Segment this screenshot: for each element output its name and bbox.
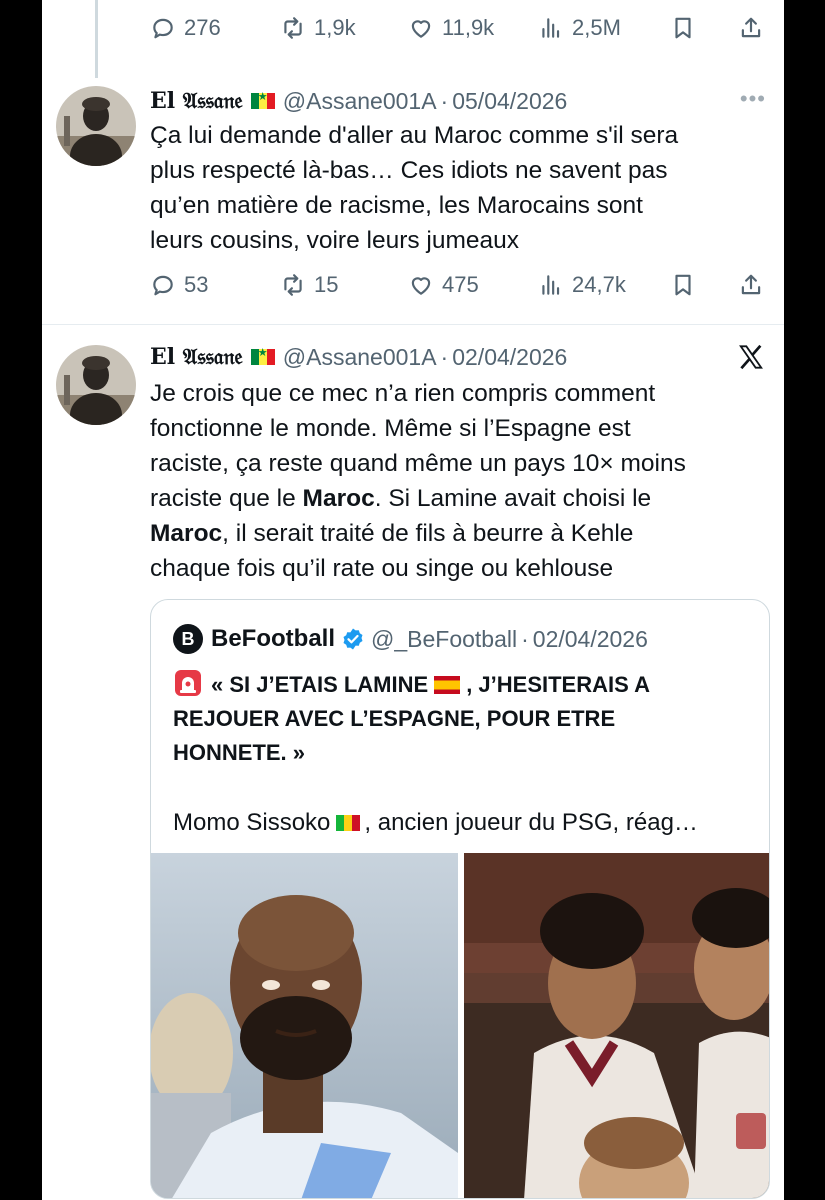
repost-count: 1,9k bbox=[314, 15, 356, 40]
action-bar: 53 15 475 24,7k bbox=[42, 265, 784, 305]
reply-count: 276 bbox=[184, 15, 221, 40]
bookmark-icon bbox=[675, 17, 691, 39]
display-name[interactable]: El 𝔄𝔰𝔰𝔞𝔫𝔢 bbox=[150, 344, 243, 370]
user-handle[interactable]: @Assane001A bbox=[283, 88, 437, 115]
quoted-body-text: Momo Sissoko , ancien joueur du PSG, réag… bbox=[173, 806, 763, 840]
bold-text: Maroc bbox=[150, 520, 223, 547]
tweet-header: El 𝔄𝔰𝔰𝔞𝔫𝔢 @Assane001A · 05/04/2026 bbox=[150, 84, 567, 118]
headline-line: « SI J’ETAIS LAMINE , J’HESITERAIS A bbox=[173, 668, 763, 702]
befootball-logo: B bbox=[173, 624, 203, 654]
tweet-text-line: fonctionne le monde. Même si l’Espagne e… bbox=[150, 415, 631, 442]
more-options-icon[interactable]: ••• bbox=[740, 86, 766, 112]
separator-dot: · bbox=[440, 87, 449, 114]
like-button[interactable]: 475 bbox=[408, 265, 479, 305]
screen: 276 1,9k 11,9k 2,5M El 𝔄𝔰𝔰𝔞𝔫𝔢 ★ @Assane0… bbox=[0, 0, 825, 1200]
tweet-text-line: raciste, ça reste quand même un pays 10×… bbox=[150, 450, 686, 477]
tweet-thread: 276 1,9k 11,9k 2,5M El 𝔄𝔰𝔰𝔞𝔫𝔢 ★ @Assane0… bbox=[42, 0, 784, 1200]
quoted-display-name[interactable]: BeFootball bbox=[211, 625, 335, 653]
like-icon bbox=[411, 277, 431, 295]
verified-icon bbox=[343, 628, 363, 650]
reply-button[interactable]: 276 bbox=[150, 8, 221, 48]
quoted-tweet-card[interactable]: B BeFootball @_BeFootball · 02/04/2026 «… bbox=[150, 599, 770, 1199]
quoted-user-handle[interactable]: @_BeFootball bbox=[371, 626, 517, 653]
tweet-text: Je crois que ce mec n’a rien compris com… bbox=[150, 376, 750, 586]
like-button[interactable]: 11,9k bbox=[408, 8, 494, 48]
reply-count: 53 bbox=[184, 272, 209, 297]
headline-line: HONNETE. » bbox=[173, 740, 306, 765]
headline-text: « SI J’ETAIS LAMINE bbox=[211, 672, 429, 697]
headline-text: , J’HESITERAIS A bbox=[466, 672, 650, 697]
views-count: 24,7k bbox=[572, 272, 626, 297]
headline-line: REJOUER AVEC L’ESPAGNE, POUR ETRE bbox=[173, 706, 616, 731]
bold-text: Maroc bbox=[302, 485, 375, 512]
views-icon bbox=[542, 275, 560, 295]
like-count: 11,9k bbox=[442, 15, 495, 40]
reply-icon bbox=[153, 275, 173, 296]
repost-button[interactable]: 15 bbox=[280, 265, 338, 305]
media-photo-spain-team[interactable] bbox=[464, 853, 769, 1198]
tweet-text-line: raciste que le Maroc. Si Lamine avait ch… bbox=[150, 481, 750, 516]
tweet-text-line: leurs cousins, voire leurs jumeaux bbox=[150, 227, 520, 254]
tweet-text-line: qu’en matière de racisme, les Marocains … bbox=[150, 192, 643, 219]
photo-graphic bbox=[464, 853, 769, 1198]
views-icon bbox=[542, 18, 560, 38]
repost-icon bbox=[284, 274, 302, 296]
media-photo-sissoko[interactable] bbox=[151, 853, 458, 1198]
senegal-flag-emoji bbox=[250, 90, 275, 109]
avatar[interactable] bbox=[56, 345, 136, 425]
share-icon bbox=[741, 274, 761, 295]
quoted-tweet-date: 02/04/2026 bbox=[532, 625, 648, 652]
spain-flag-emoji bbox=[434, 676, 461, 694]
like-icon bbox=[411, 20, 431, 38]
avatar-photo bbox=[56, 86, 136, 166]
x-logo-icon[interactable] bbox=[736, 342, 766, 372]
text-run: raciste que le bbox=[150, 485, 303, 512]
body-text: Momo Sissoko bbox=[173, 809, 331, 836]
tweet-date[interactable]: 02/04/2026 bbox=[452, 344, 567, 371]
photo-graphic bbox=[151, 853, 458, 1198]
tweet-date[interactable]: 05/04/2026 bbox=[452, 88, 567, 115]
quoted-headline: « SI J’ETAIS LAMINE , J’HESITERAIS A REJO… bbox=[173, 668, 763, 770]
share-button[interactable] bbox=[738, 265, 764, 305]
senegal-flag-emoji bbox=[250, 346, 275, 365]
bookmark-icon bbox=[675, 274, 691, 296]
siren-emoji-icon bbox=[175, 670, 201, 696]
display-name[interactable]: El 𝔄𝔰𝔰𝔞𝔫𝔢 bbox=[150, 88, 243, 114]
share-icon bbox=[741, 17, 761, 38]
action-bar: 276 1,9k 11,9k 2,5M bbox=[42, 8, 784, 48]
user-handle[interactable]: @Assane001A bbox=[283, 344, 437, 371]
bookmark-button[interactable] bbox=[670, 8, 696, 48]
quoted-tweet-header: B BeFootball @_BeFootball · 02/04/2026 bbox=[173, 622, 648, 656]
like-count: 475 bbox=[442, 272, 479, 297]
repost-button[interactable]: 1,9k bbox=[280, 8, 356, 48]
reply-icon bbox=[153, 18, 173, 39]
views-button[interactable]: 24,7k bbox=[538, 265, 626, 305]
reply-button[interactable]: 53 bbox=[150, 265, 208, 305]
tweet-text: Ça lui demande d'aller au Maroc comme s'… bbox=[150, 118, 750, 258]
avatar[interactable] bbox=[56, 86, 136, 166]
tweet-text-line: plus respecté là-bas… Ces idiots ne save… bbox=[150, 157, 668, 184]
repost-count: 15 bbox=[314, 272, 339, 297]
views-count: 2,5M bbox=[572, 15, 621, 40]
bookmark-button[interactable] bbox=[670, 265, 696, 305]
body-text: , ancien joueur du PSG, réag… bbox=[364, 809, 698, 836]
tweet-header: El 𝔄𝔰𝔰𝔞𝔫𝔢 @Assane001A · 02/04/2026 bbox=[150, 340, 567, 374]
tweet-text-line: Je crois que ce mec n’a rien compris com… bbox=[150, 380, 656, 407]
text-run: . Si Lamine avait choisi le bbox=[374, 485, 652, 512]
separator-dot: · bbox=[440, 343, 449, 370]
mali-flag-emoji bbox=[336, 815, 361, 831]
tweet-text-line: Ça lui demande d'aller au Maroc comme s'… bbox=[150, 122, 679, 149]
tweet-text-line: chaque fois qu’il rate ou singe ou kehlo… bbox=[150, 555, 614, 582]
tweet-text-line: Maroc, il serait traité de fils à beurre… bbox=[150, 516, 750, 551]
divider bbox=[42, 324, 784, 325]
views-button[interactable]: 2,5M bbox=[538, 8, 621, 48]
avatar-photo bbox=[56, 345, 136, 425]
separator-dot: · bbox=[521, 625, 529, 652]
text-run: , il serait traité de fils à beurre à Ke… bbox=[222, 520, 634, 547]
repost-icon bbox=[284, 17, 302, 39]
share-button[interactable] bbox=[738, 8, 764, 48]
